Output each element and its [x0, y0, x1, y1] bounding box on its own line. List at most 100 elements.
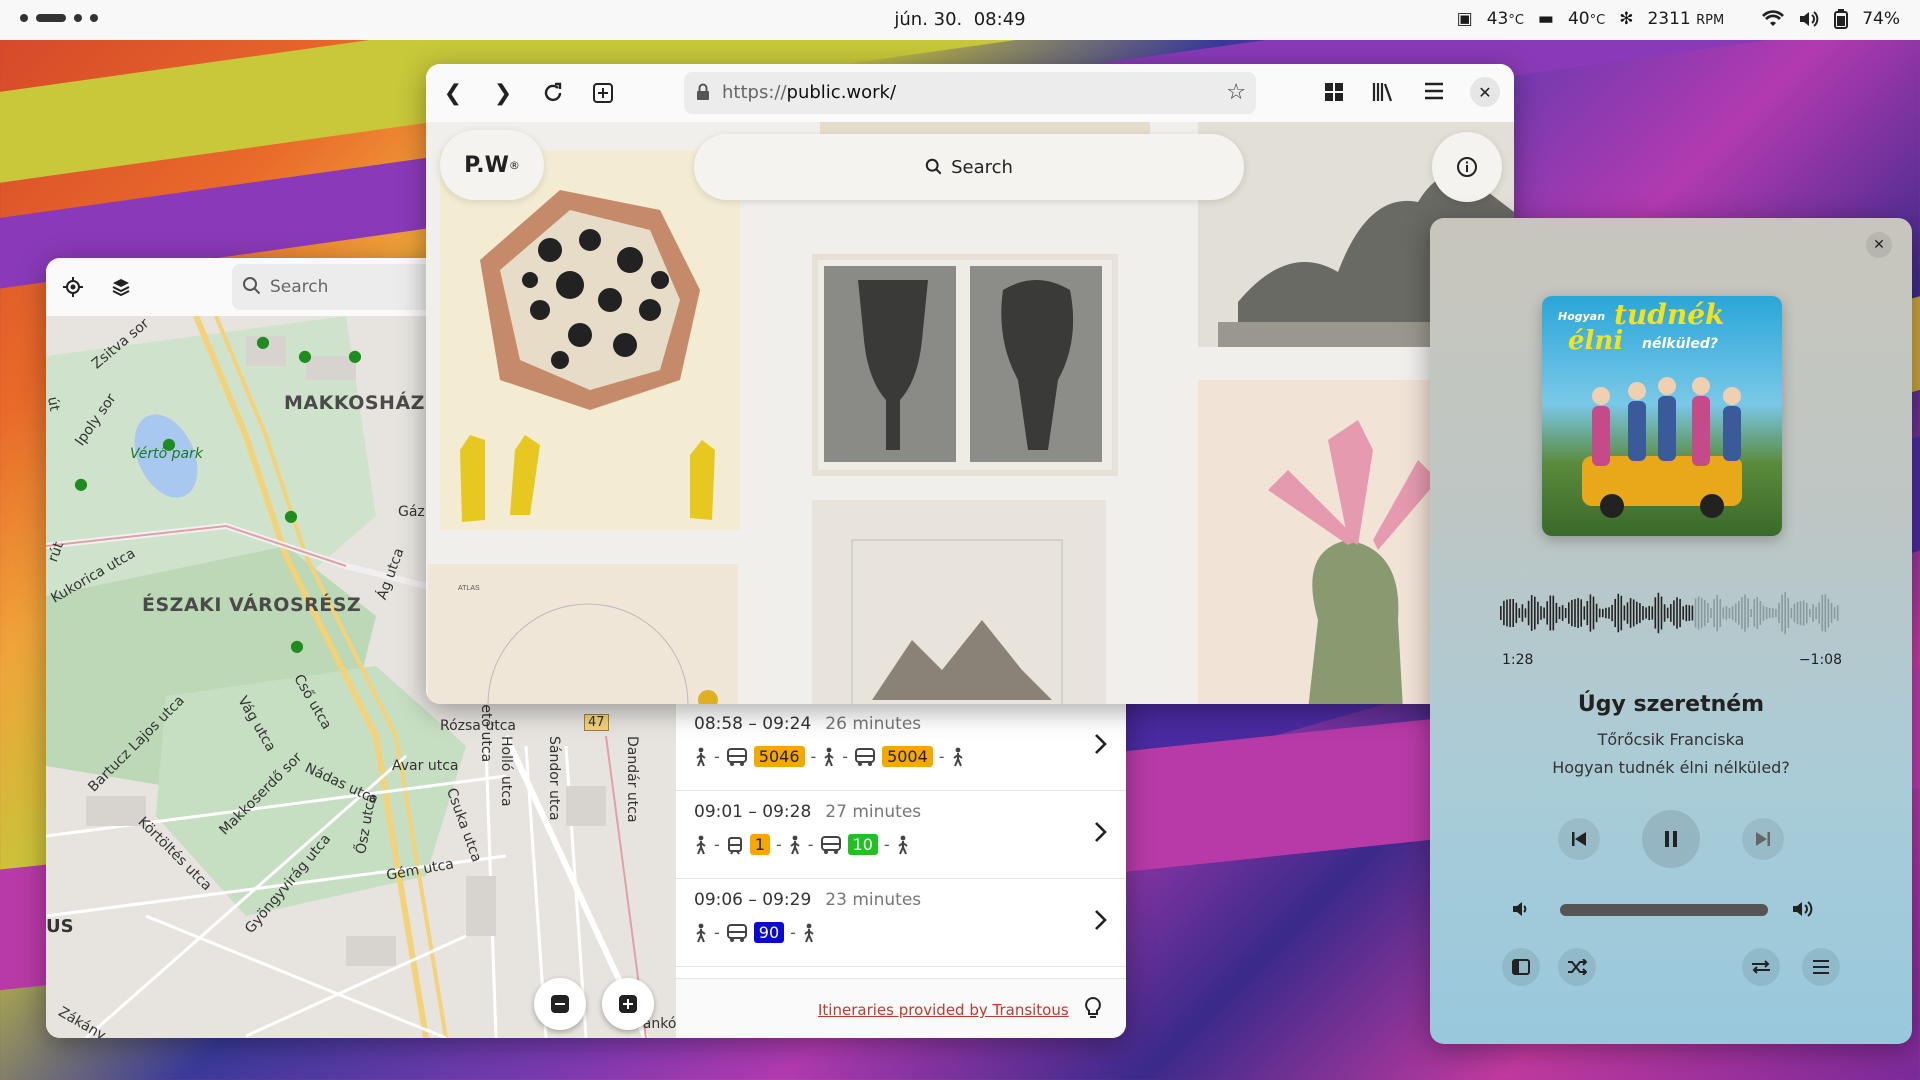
waveform-bar — [1509, 599, 1511, 628]
zoom-in-button[interactable] — [602, 978, 654, 1030]
close-icon[interactable]: ✕ — [1470, 77, 1500, 107]
waveform-bar — [1645, 607, 1647, 619]
itinerary-legs: -5046- -5004- — [694, 746, 965, 767]
park-marker-icon: ● — [348, 346, 362, 365]
walk-leg — [802, 923, 816, 943]
gpu-icon: ▬ — [1537, 9, 1554, 29]
library-icon[interactable] — [1372, 82, 1394, 102]
waveform-bar — [1768, 608, 1771, 618]
site-search-button[interactable]: Search — [694, 134, 1244, 200]
leg-separator: - — [807, 835, 814, 854]
waveform-bar — [1521, 604, 1524, 622]
bus-icon — [855, 747, 876, 766]
walk-icon — [824, 747, 834, 766]
volume-slider[interactable] — [1560, 904, 1768, 916]
artwork-color-chart[interactable]: ATLAS — [428, 564, 738, 704]
waveform-bar — [1716, 594, 1718, 632]
next-button[interactable] — [1742, 818, 1784, 860]
waveform-bar — [1583, 606, 1586, 620]
waveform-bar — [1500, 606, 1502, 620]
itinerary-row[interactable]: 09:06 – 09:29 23 minutes -90- — [676, 878, 1126, 967]
new-tab-icon[interactable] — [590, 80, 616, 106]
battery-percent: 74% — [1862, 9, 1900, 29]
waveform-bar — [1812, 604, 1814, 622]
waveform-bar — [1781, 594, 1783, 632]
waveform-bar — [1682, 606, 1684, 620]
back-icon[interactable]: ❮ — [440, 80, 466, 106]
waveform-bar — [1694, 598, 1697, 628]
artwork-seed-pods[interactable] — [812, 254, 1118, 476]
music-player-window: ✕ Hogyan tudnék élni nélküled? 1:28 −1:0… — [1430, 218, 1912, 1044]
browser-toolbar: ❮ ❯ https://public.work/ ☆ ✕ — [426, 64, 1514, 122]
bookmark-star-icon[interactable]: ☆ — [1226, 80, 1246, 105]
waveform-bar — [1657, 592, 1660, 634]
waveform-seekbar[interactable] — [1500, 578, 1840, 648]
waveform-bar — [1648, 605, 1650, 621]
layers-icon[interactable] — [108, 274, 134, 300]
park-marker-icon: ● — [284, 506, 298, 525]
waveform-bar — [1549, 595, 1552, 631]
leg-separator: - — [938, 747, 945, 766]
remaining-time: −1:08 — [1798, 652, 1842, 668]
waveform-bar — [1809, 608, 1811, 617]
walk-leg — [788, 835, 802, 855]
waveform-bar — [1598, 608, 1601, 618]
waveform-bar — [1503, 600, 1505, 626]
waveform-bar — [1534, 596, 1536, 630]
itinerary-row[interactable]: 08:58 – 09:24 26 minutes -5046- -5004- — [676, 702, 1126, 791]
repeat-button[interactable] — [1742, 948, 1780, 986]
bus-icon — [820, 835, 841, 854]
previous-button[interactable] — [1558, 818, 1600, 860]
reload-icon[interactable] — [540, 80, 566, 106]
album-cover: Hogyan tudnék élni nélküled? — [1542, 296, 1782, 536]
waveform-bar — [1784, 591, 1786, 635]
pause-button[interactable] — [1642, 810, 1700, 868]
waveform-bar — [1691, 605, 1694, 621]
menu-icon[interactable] — [1424, 82, 1444, 100]
itinerary-time: 09:01 – 09:28 27 minutes — [694, 802, 921, 822]
waveform-bar — [1620, 595, 1623, 631]
waveform-bar — [1710, 608, 1712, 618]
system-status[interactable]: ▣ 43°C ▬ 40°C ✻ 2311 RPM 74% — [1457, 9, 1900, 29]
queue-button[interactable] — [1802, 948, 1840, 986]
waveform-bar — [1806, 602, 1808, 624]
site-logo[interactable]: P.W ® — [440, 130, 544, 200]
info-button[interactable] — [1432, 132, 1502, 202]
url-bar[interactable]: https://public.work/ ☆ — [684, 72, 1256, 114]
zoom-out-button[interactable] — [534, 978, 586, 1030]
waveform-bar — [1632, 599, 1635, 627]
artwork-etching[interactable] — [812, 500, 1106, 704]
waveform-bar — [1827, 598, 1830, 628]
itinerary-row[interactable]: 09:01 – 09:28 27 minutes -1- -10- — [676, 790, 1126, 879]
itinerary-time: 09:06 – 09:29 23 minutes — [694, 890, 921, 910]
shuffle-button[interactable] — [1558, 948, 1596, 986]
park-label: Vértő park — [130, 446, 203, 462]
locate-icon[interactable] — [60, 274, 86, 300]
itinerary-legs: -90- — [694, 922, 816, 943]
waveform-bar — [1707, 603, 1709, 623]
close-icon[interactable]: ✕ — [1866, 232, 1892, 258]
grid-icon[interactable] — [1324, 82, 1344, 102]
walk-leg — [896, 835, 910, 855]
lightbulb-icon[interactable] — [1084, 997, 1102, 1019]
track-album: Hogyan tudnék élni nélküled? — [1552, 758, 1790, 777]
date-label: jún. 30. — [894, 9, 963, 30]
forward-icon[interactable]: ❯ — [490, 80, 516, 106]
waveform-bar — [1818, 602, 1820, 624]
waveform-bar — [1651, 606, 1654, 620]
transitous-link[interactable]: Itineraries provided by Transitous — [818, 1001, 1069, 1019]
tram-leg — [726, 835, 744, 855]
waveform-bar — [1555, 602, 1558, 623]
volume-high-icon — [1792, 900, 1814, 918]
waveform-bar — [1518, 608, 1521, 618]
waveform-bar — [1670, 604, 1672, 622]
line-badge: 1 — [749, 834, 770, 855]
sidebar-toggle-button[interactable] — [1502, 948, 1540, 986]
artwork-mineral[interactable] — [440, 150, 740, 530]
waveform-bar — [1713, 599, 1715, 627]
bus-icon — [726, 923, 747, 942]
leg-separator: - — [842, 747, 849, 766]
waveform-bar — [1734, 603, 1737, 623]
chevron-right-icon — [1094, 732, 1108, 762]
waveform-bar — [1688, 605, 1691, 621]
